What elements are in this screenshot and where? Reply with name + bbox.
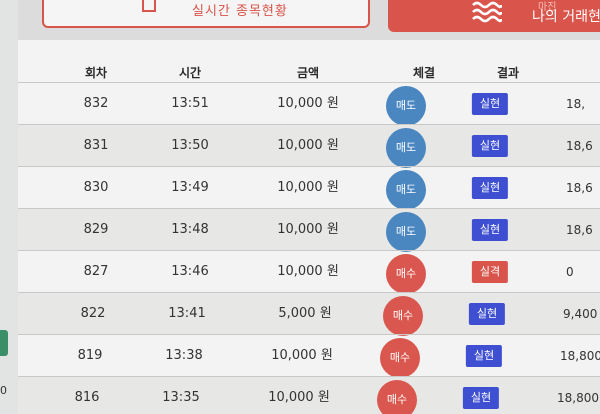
header-result: 결과: [496, 66, 520, 80]
tab-my-trades-label: 나의 거래현: [532, 9, 600, 25]
amount-cell: 10,000 원: [277, 138, 339, 153]
execution-badge: 매수: [377, 380, 417, 414]
round-cell: 830: [83, 180, 109, 195]
round-cell: 822: [80, 306, 106, 321]
header-time: 시간: [178, 66, 202, 80]
table-row[interactable]: 830 13:49 10,000 원 매도 실현 18,6: [18, 166, 600, 210]
amount-cell: 5,000 원: [278, 306, 332, 321]
result-button[interactable]: 실격: [471, 261, 509, 283]
amount-cell: 10,000 원: [277, 222, 339, 237]
tab-live-status[interactable]: 실시간 종목현황: [42, 0, 370, 28]
execution-badge: 매도: [386, 170, 426, 210]
tab-my-trades[interactable]: 마진 나의 거래현: [388, 0, 600, 32]
wave-icon: [472, 1, 502, 23]
execution-badge: 매도: [386, 212, 426, 252]
execution-badge: 매수: [380, 338, 420, 378]
execution-badge: 매수: [383, 296, 423, 336]
execution-badge: 매도: [386, 86, 426, 126]
time-cell: 13:51: [171, 96, 209, 111]
time-cell: 13:35: [162, 390, 200, 405]
execution-badge: 매도: [386, 128, 426, 168]
result-button[interactable]: 실현: [462, 387, 500, 409]
result-button[interactable]: 실현: [468, 303, 506, 325]
header-execution: 체결: [412, 66, 436, 80]
trade-history-panel: 회차 시간 금액 체결 결과 832 13:51 10,000 원 매도 실현 18, 83…: [18, 40, 600, 414]
payout-cell: 18,6: [566, 139, 593, 153]
time-cell: 13:49: [171, 180, 209, 195]
amount-cell: 10,000 원: [268, 390, 330, 405]
payout-cell: 9,400: [563, 307, 598, 321]
tab-live-status-label: 실시간 종목현황: [192, 4, 288, 19]
table-row[interactable]: 832 13:51 10,000 원 매도 실현 18,: [18, 82, 600, 126]
side-indicator[interactable]: [0, 330, 8, 356]
table-row[interactable]: 816 13:35 10,000 원 매수 실현 18,800: [18, 376, 600, 414]
payout-cell: 0: [566, 265, 574, 279]
header-amount: 금액: [296, 66, 320, 80]
time-cell: 13:50: [171, 138, 209, 153]
amount-cell: 10,000 원: [277, 264, 339, 279]
table-header: 회차 시간 금액 체결 결과: [18, 40, 600, 82]
payout-cell: 18,800: [557, 391, 599, 405]
tab-bar: 실시간 종목현황 마진 나의 거래현: [0, 0, 600, 36]
header-round: 회차: [84, 66, 108, 80]
table-row[interactable]: 819 13:38 10,000 원 매수 실현 18,800: [18, 334, 600, 378]
result-button[interactable]: 실현: [471, 135, 509, 157]
left-edge-number: 0: [0, 384, 7, 397]
round-cell: 832: [83, 96, 109, 111]
table-row[interactable]: 829 13:48 10,000 원 매도 실현 18,6: [18, 208, 600, 252]
time-cell: 13:38: [165, 348, 203, 363]
table-row[interactable]: 831 13:50 10,000 원 매도 실현 18,6: [18, 124, 600, 168]
amount-cell: 10,000 원: [277, 96, 339, 111]
time-cell: 13:46: [171, 264, 209, 279]
result-button[interactable]: 실현: [471, 177, 509, 199]
amount-cell: 10,000 원: [277, 180, 339, 195]
screen: 0 실시간 종목현황 마진 나의 거래현 회차 시간 금액 체결 결과 832 1…: [0, 0, 600, 414]
payout-cell: 18,800: [560, 349, 600, 363]
payout-cell: 18,: [566, 97, 586, 111]
time-cell: 13:48: [171, 222, 209, 237]
amount-cell: 10,000 원: [271, 348, 333, 363]
execution-badge: 매수: [386, 254, 426, 294]
round-cell: 831: [83, 138, 109, 153]
time-cell: 13:41: [168, 306, 206, 321]
payout-cell: 18,6: [566, 181, 593, 195]
chart-icon: [142, 0, 156, 12]
table-row[interactable]: 822 13:41 5,000 원 매수 실현 9,400: [18, 292, 600, 336]
round-cell: 819: [77, 348, 103, 363]
result-button[interactable]: 실현: [465, 345, 503, 367]
table-row[interactable]: 827 13:46 10,000 원 매수 실격 0: [18, 250, 600, 294]
result-button[interactable]: 실현: [471, 219, 509, 241]
round-cell: 829: [83, 222, 109, 237]
payout-cell: 18,6: [566, 223, 593, 237]
round-cell: 827: [83, 264, 109, 279]
result-button[interactable]: 실현: [471, 93, 509, 115]
round-cell: 816: [74, 390, 100, 405]
